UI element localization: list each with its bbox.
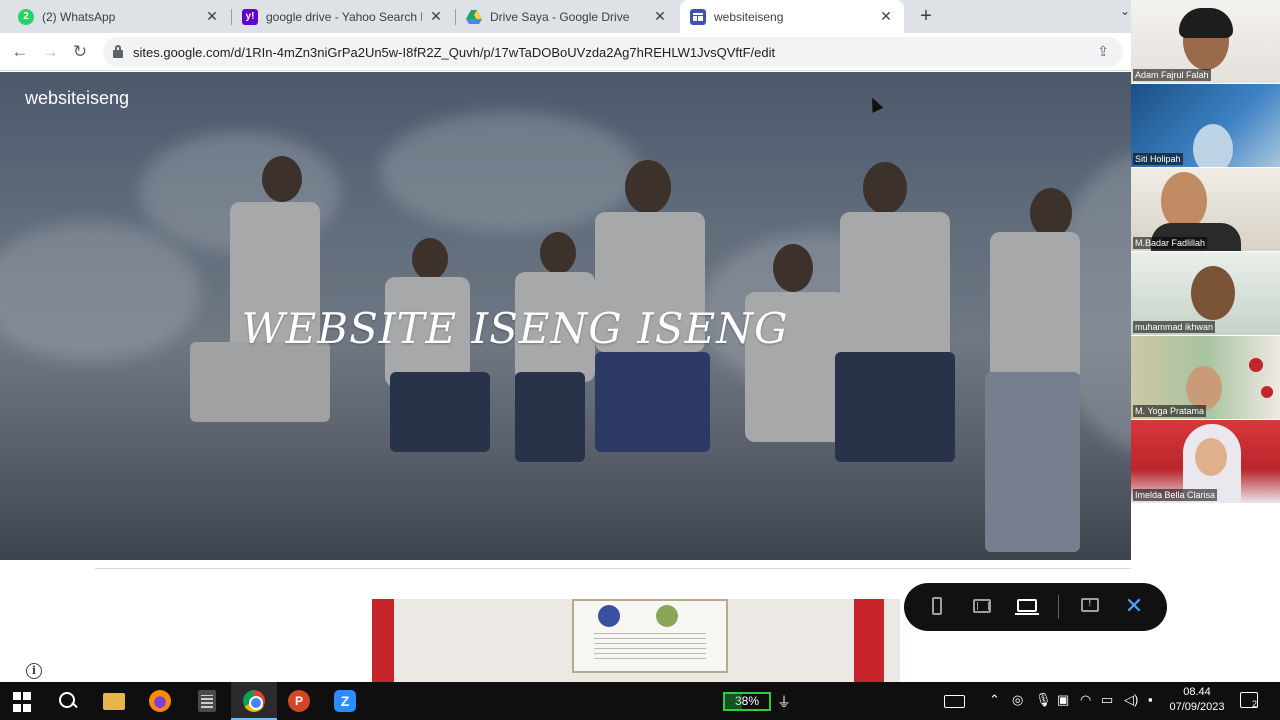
tab-google-drive[interactable]: Drive Saya - Google Drive ✕ [456,0,678,33]
tab-yahoo-search[interactable]: y! google drive - Yahoo Search Res ✕ [232,0,454,33]
app-tray-icon[interactable]: ◎ [1012,692,1023,708]
file-explorer-icon[interactable] [103,693,125,710]
hero-title[interactable]: WEBSITE ISENG ISENG [0,304,1030,353]
feedback-icon[interactable] [1078,595,1102,619]
yahoo-icon: y! [242,8,258,25]
reload-button[interactable]: ↻ [68,40,92,64]
system-clock[interactable]: 08.44 07/09/2023 [1168,685,1226,715]
participant-tile[interactable]: Siti Holipah [1131,84,1280,167]
preview-device-toolbar: ✕ [904,583,1167,631]
content-photo[interactable] [372,599,900,682]
tab-title: Drive Saya - Google Drive [490,9,630,24]
new-tab-button[interactable]: + [914,4,938,28]
battery-fill [725,694,742,709]
notification-icon[interactable]: 2 [1240,692,1258,709]
tab-websiteiseng[interactable]: websiteiseng ✕ [680,0,904,33]
chevron-up-icon[interactable]: ⌃ [989,692,1000,708]
url-text: sites.google.com/d/1RIn-4mZn3niGrPa2Un5w… [133,45,776,60]
screen: 2 (2) WhatsApp ✕ y! google drive - Yahoo… [0,0,1280,720]
clock-date: 07/09/2023 [1169,701,1225,713]
forward-button[interactable]: → [38,40,62,64]
keyboard-icon[interactable] [944,695,965,708]
participant-tile[interactable]: muhammad ikhwan [1131,252,1280,335]
hero-banner: websiteiseng WEBSITE ISENG ISENG [0,72,1131,560]
participant-tile[interactable]: Imelda Bella Clarisa [1131,420,1280,503]
tab-title: google drive - Yahoo Search Res [266,9,422,24]
participant-name: Imelda Bella Clarisa [1133,489,1218,501]
participant-name: Adam Fajrul Falah [1133,69,1211,81]
windows-taskbar: P Z 38% ⏚ ⌃ ◎ 🎙 ▣ ◠ ▭ ◁) ▪ 08.44 07/09/2… [0,682,1280,720]
close-icon[interactable]: ✕ [878,8,894,25]
share-icon[interactable]: ⇪ [1097,43,1109,60]
phone-preview-icon[interactable] [925,595,949,619]
address-bar[interactable]: sites.google.com/d/1RIn-4mZn3niGrPa2Un5w… [103,37,1123,67]
participant-tile[interactable]: M. Yoga Pratama [1131,336,1280,419]
participant-name: muhammad ikhwan [1133,321,1216,333]
close-icon[interactable]: ✕ [428,8,444,25]
clock-time: 08.44 [1183,686,1211,698]
toolbar-separator [1058,595,1059,619]
site-name[interactable]: websiteiseng [25,88,129,109]
laptop-preview-icon[interactable] [1015,595,1039,619]
back-button[interactable]: ← [8,40,32,64]
participant-name: M. Yoga Pratama [1133,405,1207,417]
browser-toolbar: ← → ↻ sites.google.com/d/1RIn-4mZn3niGrP… [0,33,1131,71]
firefox-icon[interactable] [149,690,171,712]
google-drive-icon [466,9,482,25]
tab-title: (2) WhatsApp [42,9,116,24]
zoom-icon[interactable]: Z [334,690,356,712]
browser-tab-strip: 2 (2) WhatsApp ✕ y! google drive - Yahoo… [0,0,1131,33]
network-icon[interactable]: ▪ [1148,692,1153,707]
calculator-icon[interactable] [198,690,216,712]
tab-whatsapp[interactable]: 2 (2) WhatsApp ✕ [8,0,230,33]
participant-tile[interactable]: Adam Fajrul Falah [1131,0,1280,83]
lock-icon [113,45,123,58]
info-icon[interactable]: i [26,663,42,679]
plug-icon: ⏚ [777,694,791,710]
battery-icon[interactable]: ▭ [1101,692,1113,708]
search-icon[interactable] [57,690,79,712]
microphone-icon[interactable]: 🎙 [1035,692,1052,708]
windows-start-icon[interactable] [13,692,35,714]
tablet-preview-icon[interactable] [970,595,994,619]
participant-tile[interactable]: M.Badar Fadlillah [1131,168,1280,251]
section-divider [95,568,1131,569]
google-sites-icon [690,8,706,25]
participant-name: M.Badar Fadlillah [1133,237,1208,249]
chrome-icon[interactable] [243,690,265,712]
whatsapp-icon: 2 [18,8,34,25]
chevron-down-icon[interactable]: ⌄ [1120,4,1130,18]
camera-icon[interactable]: ▣ [1057,692,1069,708]
tab-title: websiteiseng [714,9,784,24]
powerpoint-icon[interactable]: P [288,690,310,712]
close-icon[interactable]: ✕ [204,8,220,25]
close-preview-icon[interactable]: ✕ [1122,593,1146,619]
volume-icon[interactable]: ◁) [1124,692,1138,708]
wifi-icon[interactable]: ◠ [1080,692,1091,708]
close-icon[interactable]: ✕ [652,8,668,25]
participant-name: Siti Holipah [1133,153,1183,165]
battery-indicator[interactable]: 38% [723,692,771,711]
